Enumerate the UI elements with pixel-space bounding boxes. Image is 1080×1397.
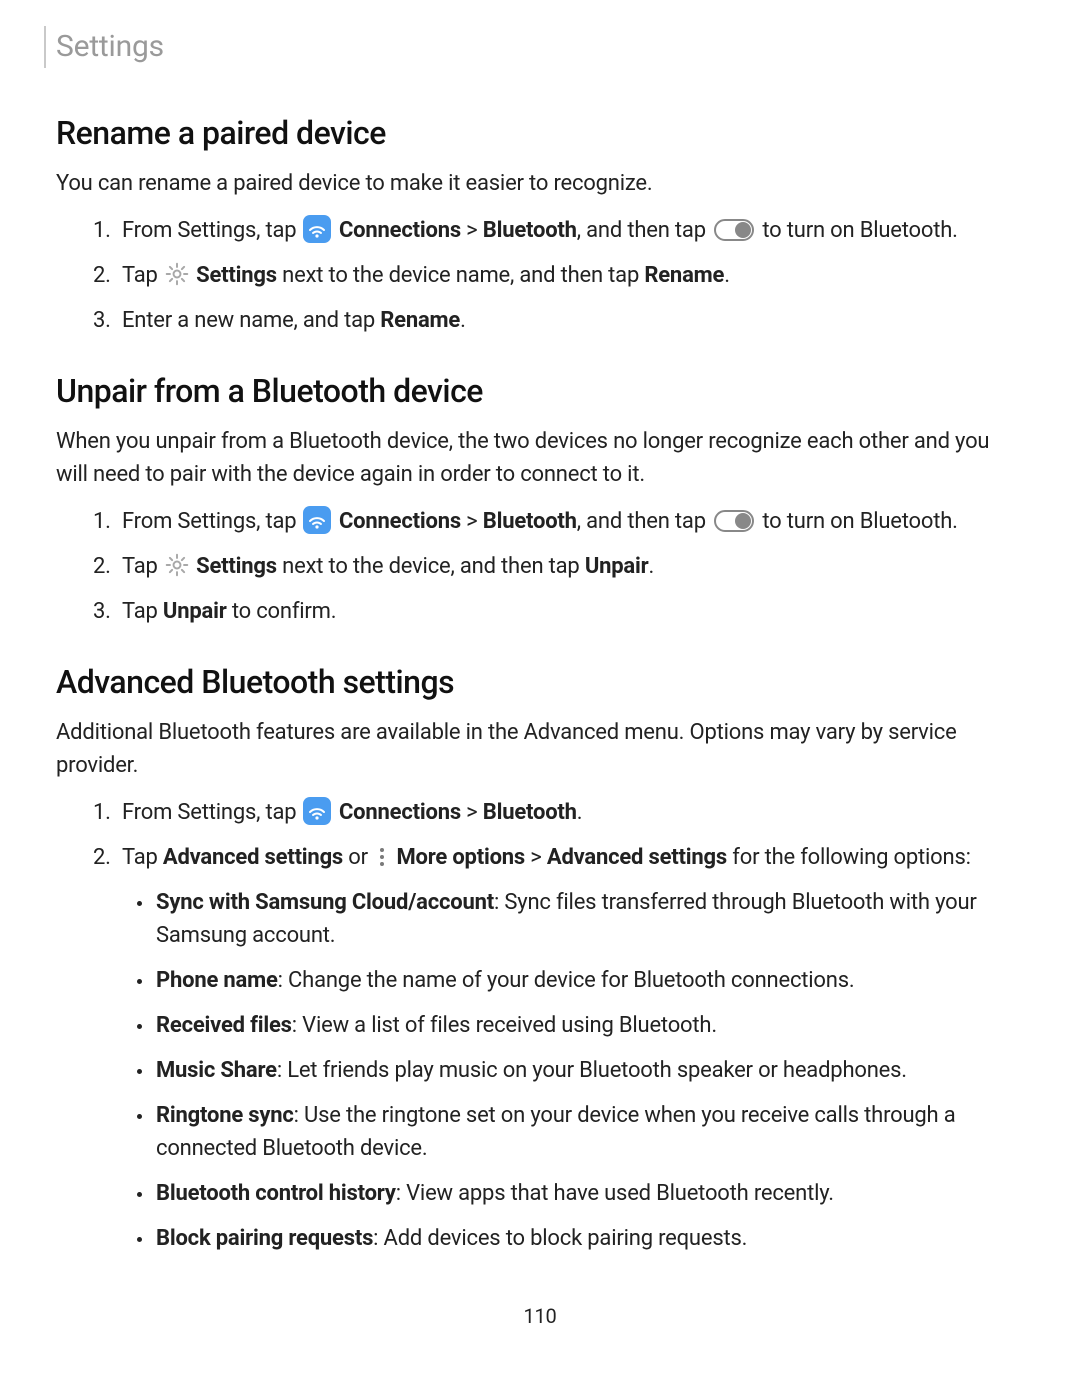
step-item: Tap Unpair to confirm. [116, 595, 1024, 628]
label-advanced-settings: Advanced settings [547, 845, 727, 870]
intro-rename: You can rename a paired device to make i… [56, 167, 1024, 200]
step-text: to turn on Bluetooth. [757, 509, 958, 534]
step-text: Enter a new name, and tap [122, 308, 380, 333]
advanced-options-list: Sync with Samsung Cloud/account: Sync fi… [122, 886, 1024, 1255]
connections-icon [303, 506, 331, 534]
step-text: . [649, 554, 655, 579]
list-item: Bluetooth control history: View apps tha… [154, 1177, 1024, 1210]
more-options-icon [375, 845, 389, 869]
label-rename: Rename [380, 308, 460, 333]
label-more-options: More options [396, 845, 525, 870]
step-text: , and then tap [577, 218, 711, 243]
label-advanced-settings: Advanced settings [163, 845, 343, 870]
toggle-icon [714, 219, 754, 241]
option-title: Sync with Samsung Cloud/account [156, 890, 494, 915]
step-separator: > [461, 509, 483, 534]
step-text: From Settings, tap [122, 800, 302, 825]
gear-icon [164, 552, 190, 578]
intro-advanced: Additional Bluetooth features are availa… [56, 716, 1024, 782]
list-item: Phone name: Change the name of your devi… [154, 964, 1024, 997]
step-text: Tap [122, 845, 163, 870]
step-separator: > [461, 218, 483, 243]
option-desc: : Let friends play music on your Bluetoo… [277, 1058, 907, 1083]
heading-advanced: Advanced Bluetooth settings [56, 658, 1024, 706]
label-unpair: Unpair [163, 599, 227, 624]
option-desc: : View a list of files received using Bl… [292, 1013, 717, 1038]
option-title: Block pairing requests [156, 1226, 373, 1251]
label-rename: Rename [644, 263, 724, 288]
step-text: . [577, 800, 583, 825]
list-item: Block pairing requests: Add devices to b… [154, 1222, 1024, 1255]
step-item: Tap Settings next to the device name, an… [116, 259, 1024, 292]
step-text: From Settings, tap [122, 218, 302, 243]
header-divider [44, 26, 46, 68]
step-item: Tap Advanced settings or More options > … [116, 841, 1024, 1255]
label-connections: Connections [339, 218, 461, 243]
steps-unpair: From Settings, tap Connections > Bluetoo… [56, 505, 1024, 628]
steps-rename: From Settings, tap Connections > Bluetoo… [56, 214, 1024, 337]
option-desc: : Change the name of your device for Blu… [278, 968, 855, 993]
step-text: for the following options: [727, 845, 971, 870]
option-title: Music Share [156, 1058, 277, 1083]
option-title: Phone name [156, 968, 278, 993]
label-connections: Connections [339, 509, 461, 534]
step-text: to confirm. [227, 599, 337, 624]
label-bluetooth: Bluetooth [483, 800, 577, 825]
step-text: next to the device, and then tap [277, 554, 585, 579]
intro-unpair: When you unpair from a Bluetooth device,… [56, 425, 1024, 491]
step-separator: > [525, 845, 547, 870]
step-text: or [343, 845, 373, 870]
toggle-icon [714, 510, 754, 532]
step-text: . [724, 263, 730, 288]
step-text: to turn on Bluetooth. [757, 218, 958, 243]
label-settings: Settings [196, 554, 277, 579]
step-text: Tap [122, 554, 163, 579]
option-title: Received files [156, 1013, 292, 1038]
page-header: Settings [44, 24, 1024, 69]
option-desc: : Add devices to block pairing requests. [373, 1226, 747, 1251]
label-bluetooth: Bluetooth [483, 509, 577, 534]
option-title: Ringtone sync [156, 1103, 294, 1128]
step-item: From Settings, tap Connections > Bluetoo… [116, 505, 1024, 538]
page-number: 110 [56, 1301, 1024, 1331]
heading-rename-device: Rename a paired device [56, 109, 1024, 157]
heading-unpair: Unpair from a Bluetooth device [56, 367, 1024, 415]
steps-advanced: From Settings, tap Connections > Bluetoo… [56, 796, 1024, 1255]
step-text: From Settings, tap [122, 509, 302, 534]
option-title: Bluetooth control history [156, 1181, 396, 1206]
step-text: next to the device name, and then tap [277, 263, 644, 288]
label-bluetooth: Bluetooth [483, 218, 577, 243]
list-item: Sync with Samsung Cloud/account: Sync fi… [154, 886, 1024, 952]
connections-icon [303, 797, 331, 825]
step-item: From Settings, tap Connections > Bluetoo… [116, 796, 1024, 829]
step-item: Tap Settings next to the device, and the… [116, 550, 1024, 583]
list-item: Received files: View a list of files rec… [154, 1009, 1024, 1042]
option-desc: : View apps that have used Bluetooth rec… [396, 1181, 834, 1206]
step-separator: > [461, 800, 483, 825]
label-connections: Connections [339, 800, 461, 825]
label-unpair: Unpair [585, 554, 649, 579]
list-item: Ringtone sync: Use the ringtone set on y… [154, 1099, 1024, 1165]
step-text: . [460, 308, 466, 333]
step-text: Tap [122, 599, 163, 624]
step-text: , and then tap [577, 509, 711, 534]
step-item: From Settings, tap Connections > Bluetoo… [116, 214, 1024, 247]
gear-icon [164, 261, 190, 287]
label-settings: Settings [196, 263, 277, 288]
header-title: Settings [56, 24, 164, 69]
step-item: Enter a new name, and tap Rename. [116, 304, 1024, 337]
step-text: Tap [122, 263, 163, 288]
connections-icon [303, 215, 331, 243]
list-item: Music Share: Let friends play music on y… [154, 1054, 1024, 1087]
